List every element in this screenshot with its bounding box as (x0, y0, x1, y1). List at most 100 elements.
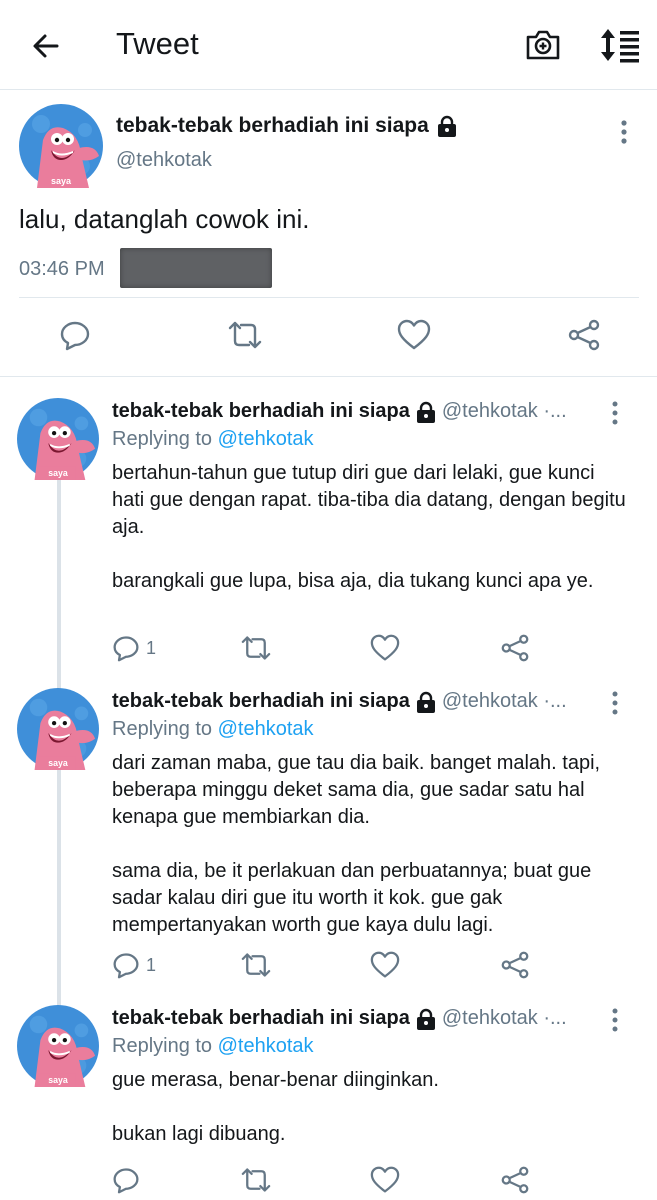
retweet-icon (241, 953, 271, 977)
avatar[interactable]: saya (17, 398, 99, 480)
share-button[interactable] (500, 1163, 530, 1197)
mention-link[interactable]: @tehkotak (218, 428, 314, 450)
tweet-text: gue merasa, benar-benar diinginkan. buka… (112, 1067, 632, 1148)
tweet-text: lalu, datanglah cowok ini. (19, 204, 310, 234)
tweet-paragraph: barangkali gue lupa, bisa aja, dia tukan… (112, 570, 594, 592)
more-vertical-icon (612, 401, 618, 425)
heart-icon (397, 319, 431, 350)
reply-icon (113, 953, 139, 979)
tweet-actions (0, 315, 657, 359)
redacted-date (120, 248, 272, 288)
retweet-button[interactable] (240, 631, 272, 665)
sort-button[interactable] (598, 26, 642, 64)
reply-icon (113, 636, 139, 662)
heart-icon (370, 634, 400, 661)
share-button[interactable] (500, 631, 530, 665)
sort-list-icon (601, 29, 639, 63)
lock-icon (437, 115, 456, 137)
tweet-paragraph: bukan lagi dibuang. (112, 1123, 286, 1145)
display-name[interactable]: tebak-tebak berhadiah ini siapa (112, 690, 410, 713)
avatar[interactable]: saya (19, 104, 103, 188)
reply-button[interactable] (112, 1163, 146, 1197)
page-title: Tweet (116, 26, 199, 61)
tweet-actions: 1 (0, 948, 657, 982)
share-icon (568, 319, 600, 351)
reply-header: tebak-tebak berhadiah ini siapa @tehkota… (112, 400, 567, 423)
more-options-button[interactable] (603, 690, 627, 716)
like-button[interactable] (370, 1163, 400, 1197)
tweet-actions (0, 1163, 657, 1197)
share-icon (501, 951, 529, 979)
display-name-text: tebak-tebak berhadiah ini siapa (116, 114, 429, 137)
retweet-button[interactable] (240, 948, 272, 982)
more-vertical-icon (612, 1008, 618, 1032)
reply-button[interactable]: 1 (112, 631, 156, 665)
retweet-icon (241, 636, 271, 660)
share-button[interactable] (500, 948, 530, 982)
reply-icon (60, 321, 90, 351)
arrow-left-icon (33, 34, 59, 58)
lock-icon (416, 691, 436, 713)
timestamp: 03:46 PM (19, 258, 105, 280)
lock-icon (416, 401, 436, 423)
handle[interactable]: @tehkotak ·... (442, 400, 567, 423)
more-vertical-icon (612, 691, 618, 715)
handle[interactable]: @tehkotak (116, 149, 212, 172)
replying-to: Replying to @tehkotak (112, 718, 314, 741)
retweet-icon (241, 1168, 271, 1192)
tweet-actions: 1 (0, 631, 657, 665)
avatar[interactable]: saya (17, 1005, 99, 1087)
like-button[interactable] (370, 631, 400, 665)
tweet-text: dari zaman maba, gue tau dia baik. bange… (112, 750, 632, 939)
avatar[interactable]: saya (17, 688, 99, 770)
display-name[interactable]: tebak-tebak berhadiah ini siapa (112, 1007, 410, 1030)
tweet-text: bertahun-tahun gue tutup diri gue dari l… (112, 460, 632, 595)
reply-count: 1 (146, 637, 157, 658)
reply-header: tebak-tebak berhadiah ini siapa @tehkota… (112, 690, 567, 713)
like-button[interactable] (394, 315, 434, 355)
top-app-bar: Tweet (0, 0, 657, 90)
handle[interactable]: @tehkotak ·... (442, 1007, 567, 1030)
more-options-button[interactable] (603, 1007, 627, 1033)
reply-count: 1 (146, 954, 157, 975)
more-vertical-icon (621, 120, 627, 144)
heart-icon (370, 1166, 400, 1193)
handle[interactable]: @tehkotak ·... (442, 690, 567, 713)
display-name[interactable]: tebak-tebak berhadiah ini siapa (116, 114, 457, 138)
lock-icon (416, 1008, 436, 1030)
display-name[interactable]: tebak-tebak berhadiah ini siapa (112, 400, 410, 423)
tweet-paragraph: gue merasa, benar-benar diinginkan. (112, 1069, 439, 1091)
more-options-button[interactable] (610, 118, 638, 146)
back-button[interactable] (28, 28, 64, 64)
replying-to: Replying to @tehkotak (112, 1035, 314, 1058)
retweet-button[interactable] (240, 1163, 272, 1197)
reply-header: tebak-tebak berhadiah ini siapa @tehkota… (112, 1007, 567, 1030)
heart-icon (370, 951, 400, 978)
avatar-caption: saya (48, 468, 68, 478)
reply-button[interactable]: 1 (112, 948, 156, 982)
replying-to-label: Replying to (112, 718, 213, 740)
replying-to: Replying to @tehkotak (112, 428, 314, 451)
retweet-icon (228, 321, 262, 349)
share-icon (501, 634, 529, 662)
tweet-paragraph: dari zaman maba, gue tau dia baik. bange… (112, 752, 601, 828)
retweet-button[interactable] (225, 315, 265, 355)
replying-to-label: Replying to (112, 428, 213, 450)
replying-to-label: Replying to (112, 1035, 213, 1057)
main-tweet: saya tebak-tebak berhadiah ini siapa @te… (0, 90, 657, 377)
tweet-paragraph: bertahun-tahun gue tutup diri gue dari l… (112, 462, 626, 538)
share-icon (501, 1166, 529, 1194)
camera-plus-icon (526, 30, 560, 60)
reply-button[interactable] (55, 315, 95, 355)
reply-icon (113, 1168, 139, 1194)
tweet-meta: 03:46 PM (19, 248, 639, 298)
mention-link[interactable]: @tehkotak (218, 1035, 314, 1057)
avatar-caption: saya (48, 1075, 68, 1085)
share-button[interactable] (564, 315, 604, 355)
camera-button[interactable] (524, 26, 562, 64)
more-options-button[interactable] (603, 400, 627, 426)
avatar-caption: saya (51, 176, 72, 186)
like-button[interactable] (370, 948, 400, 982)
avatar-caption: saya (48, 758, 68, 768)
mention-link[interactable]: @tehkotak (218, 718, 314, 740)
